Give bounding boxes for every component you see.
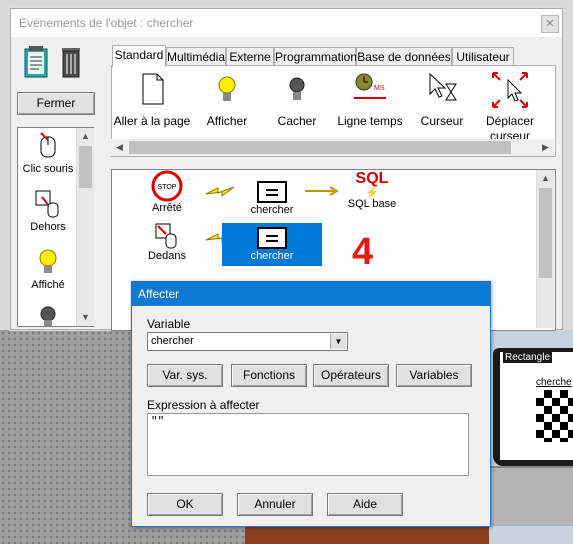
bulb-off-icon [40,306,56,326]
variable-label: Variable [147,317,191,331]
move-cursor-icon [492,72,528,108]
mouse-click-icon [40,132,56,158]
mouse-out-icon [35,190,59,218]
ok-button[interactable]: OK [147,493,223,516]
variable-select[interactable]: chercher ▼ [147,332,348,351]
monitor-text-object[interactable]: cherche [536,377,572,388]
events-list-scrollbar[interactable]: ▲ ▼ [76,128,94,326]
stage-floor [245,524,490,544]
annuler-button[interactable]: Annuler [237,493,313,516]
rectangle-object-label[interactable]: Rectangle [503,352,553,363]
scroll-thumb[interactable] [79,146,92,188]
stop-sign-icon: STOP [151,170,183,202]
mouse-in-icon [155,223,177,249]
bulb-on-icon [39,249,57,273]
dialog-title-bar: Affecter [132,282,490,306]
tool-aller-a-la-page[interactable]: Aller à la page [112,66,192,129]
object-button-icon [257,227,287,249]
expression-input[interactable]: "" [147,413,469,476]
horizontal-scroll-thumb[interactable] [129,141,511,154]
tool-afficher[interactable]: Afficher [187,66,267,129]
arrow-right-icon [305,186,338,196]
tab-multimedia[interactable]: Multimédia [166,47,226,66]
dialog-title: Affecter [138,287,180,301]
bulb-off-icon [289,77,305,100]
tools-horizontal-scrollbar[interactable]: ◀ ▶ [111,139,554,156]
tab-standard[interactable]: Standard [112,45,166,67]
fonctions-button[interactable]: Fonctions [231,364,307,387]
trash-icon[interactable] [59,45,83,82]
checker-pattern [536,390,573,442]
lightning-icon [205,186,235,197]
variables-button[interactable]: Variables [396,364,472,387]
window-title-bar: Evénements de l'objet : chercher ✕ [11,9,562,37]
node-dedans[interactable]: Dedans [144,222,190,262]
object-button-icon [257,181,287,203]
tool-cacher[interactable]: Cacher [257,66,337,129]
scroll-up-arrow[interactable]: ▲ [77,128,94,145]
chevron-down-icon[interactable]: ▼ [330,334,346,349]
close-window-button[interactable]: ✕ [541,15,559,33]
tab-programmation[interactable]: Programmation [274,47,357,66]
step-number: 4 [352,231,374,273]
sql-icon: SQL [355,170,389,187]
node-chercher-2-selected[interactable]: chercher [222,223,322,266]
scroll-thumb[interactable] [539,188,552,278]
svg-text:STOP: STOP [158,184,177,191]
node-chercher-1[interactable]: chercher [242,180,302,216]
timeline-icon: MS [354,73,386,99]
events-list: Clic souris Dehors Affiché ▲ ▼ [17,127,94,327]
operateurs-button[interactable]: Opérateurs [313,364,389,387]
affecter-dialog: Affecter Variable chercher ▼ Var. sys. F… [131,281,491,527]
list-item-dehors[interactable]: Dehors [18,186,78,233]
notepad-icon[interactable] [23,45,49,82]
tool-ligne-temps[interactable]: MS Ligne temps [330,66,410,129]
small-lightning-icon: ⚡ [365,187,379,199]
list-item-cache[interactable] [18,302,78,327]
tab-base-de-donnees[interactable]: Base de données [356,47,452,66]
node-arrete[interactable]: STOP Arrêté [144,170,190,214]
canvas-vertical-scrollbar[interactable]: ▲ [536,170,554,328]
page-icon [142,73,164,105]
node-sql-base[interactable]: SQL ⚡ SQL base [342,170,402,210]
cursor-hourglass-icon [429,72,457,101]
window-title: Evénements de l'objet : chercher [19,16,194,30]
tool-deplacer-curseur[interactable]: Déplacer curseur [470,66,550,144]
scroll-left-arrow[interactable]: ◀ [111,139,128,156]
var-sys-button[interactable]: Var. sys. [147,364,223,387]
list-item-affiche[interactable]: Affiché [18,244,78,291]
scroll-up-arrow[interactable]: ▲ [537,170,554,187]
tab-externe[interactable]: Externe [226,47,274,66]
scroll-down-arrow[interactable]: ▼ [77,309,94,326]
list-item-clic-souris[interactable]: Clic souris [18,128,78,175]
fermer-button[interactable]: Fermer [17,92,95,115]
tab-utilisateur[interactable]: Utilisateur [452,47,514,66]
svg-text:MS: MS [374,85,385,92]
expression-label: Expression à affecter [147,398,260,412]
bulb-on-icon [218,76,236,101]
scroll-right-arrow[interactable]: ▶ [537,139,554,156]
keyboard-image [489,466,573,526]
aide-button[interactable]: Aide [327,493,403,516]
